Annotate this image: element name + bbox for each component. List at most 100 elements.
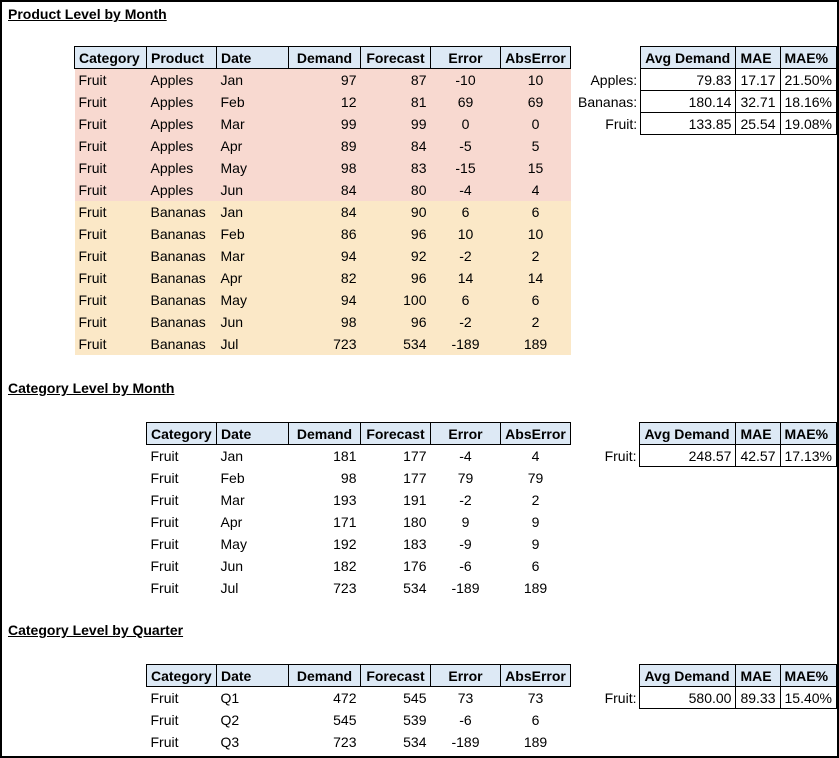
cell-date[interactable]: May — [216, 156, 289, 179]
column-header-forecast[interactable]: Forecast — [360, 422, 431, 445]
cell-error[interactable]: -189 — [431, 577, 501, 599]
cell-category[interactable]: Fruit — [147, 687, 217, 709]
column-header-category[interactable]: Category — [146, 664, 217, 687]
cell-error[interactable]: -4 — [431, 445, 501, 467]
cell-abserror[interactable]: 6 — [501, 555, 571, 577]
cell-demand[interactable]: 89 — [288, 134, 361, 157]
cell-forecast[interactable]: 96 — [360, 310, 431, 333]
cell-product[interactable]: Bananas — [146, 200, 217, 223]
cell-category[interactable]: Fruit — [74, 68, 147, 91]
column-header-date[interactable]: Date — [216, 46, 289, 69]
cell-demand[interactable]: 545 — [289, 709, 361, 731]
summary-value-cell[interactable]: 180.14 — [640, 90, 737, 113]
cell-forecast[interactable]: 177 — [361, 445, 431, 467]
cell-category[interactable]: Fruit — [147, 511, 217, 533]
cell-demand[interactable]: 723 — [288, 332, 361, 355]
cell-date[interactable]: Q2 — [217, 709, 289, 731]
cell-category[interactable]: Fruit — [147, 709, 217, 731]
summary-header-mae[interactable]: MAE% — [779, 664, 837, 687]
cell-category[interactable]: Fruit — [74, 288, 147, 311]
cell-category[interactable]: Fruit — [74, 112, 147, 135]
cell-abserror[interactable]: 189 — [500, 332, 571, 355]
summary-value-cell[interactable]: 248.57 — [639, 444, 737, 467]
cell-date[interactable]: May — [217, 533, 289, 555]
summary-header-mae[interactable]: MAE — [735, 664, 781, 687]
column-header-abserror[interactable]: AbsError — [500, 46, 571, 69]
cell-category[interactable]: Fruit — [74, 332, 147, 355]
cell-product[interactable]: Bananas — [146, 244, 217, 267]
cell-abserror[interactable]: 2 — [500, 244, 571, 267]
cell-demand[interactable]: 98 — [289, 467, 361, 489]
cell-error[interactable]: -9 — [431, 533, 501, 555]
cell-category[interactable]: Fruit — [74, 90, 147, 113]
cell-date[interactable]: Jan — [216, 68, 289, 91]
column-header-demand[interactable]: Demand — [288, 664, 361, 687]
column-header-forecast[interactable]: Forecast — [360, 46, 431, 69]
cell-error[interactable]: 69 — [430, 90, 501, 113]
column-header-category[interactable]: Category — [74, 46, 147, 69]
cell-demand[interactable]: 171 — [289, 511, 361, 533]
cell-error[interactable]: -6 — [431, 555, 501, 577]
column-header-product[interactable]: Product — [146, 46, 217, 69]
cell-product[interactable]: Apples — [146, 90, 217, 113]
summary-header-avg-demand[interactable]: Avg Demand — [639, 664, 737, 687]
cell-abserror[interactable]: 79 — [501, 467, 571, 489]
column-header-category[interactable]: Category — [146, 422, 217, 445]
cell-date[interactable]: Feb — [216, 222, 289, 245]
summary-value-cell[interactable]: 21.50% — [779, 68, 837, 91]
cell-product[interactable]: Apples — [146, 178, 217, 201]
summary-value-cell[interactable]: 580.00 — [639, 686, 737, 709]
cell-product[interactable]: Bananas — [146, 288, 217, 311]
cell-abserror[interactable]: 6 — [500, 200, 571, 223]
summary-header-avg-demand[interactable]: Avg Demand — [639, 422, 737, 445]
cell-demand[interactable]: 84 — [288, 178, 361, 201]
cell-category[interactable]: Fruit — [147, 467, 217, 489]
cell-abserror[interactable]: 9 — [501, 511, 571, 533]
cell-abserror[interactable]: 69 — [500, 90, 571, 113]
cell-date[interactable]: Q3 — [217, 731, 289, 753]
summary-header-mae[interactable]: MAE — [735, 422, 781, 445]
cell-abserror[interactable]: 189 — [501, 731, 571, 753]
cell-date[interactable]: Jun — [216, 178, 289, 201]
cell-forecast[interactable]: 176 — [361, 555, 431, 577]
cell-abserror[interactable]: 10 — [500, 68, 571, 91]
cell-demand[interactable]: 181 — [289, 445, 361, 467]
cell-demand[interactable]: 192 — [289, 533, 361, 555]
cell-category[interactable]: Fruit — [74, 156, 147, 179]
cell-category[interactable]: Fruit — [74, 222, 147, 245]
cell-abserror[interactable]: 15 — [500, 156, 571, 179]
cell-abserror[interactable]: 10 — [500, 222, 571, 245]
column-header-error[interactable]: Error — [430, 422, 501, 445]
cell-error[interactable]: 0 — [430, 112, 501, 135]
cell-forecast[interactable]: 534 — [361, 577, 431, 599]
summary-value-cell[interactable]: 18.16% — [779, 90, 837, 113]
cell-date[interactable]: Apr — [217, 511, 289, 533]
cell-forecast[interactable]: 534 — [361, 731, 431, 753]
cell-demand[interactable]: 723 — [289, 577, 361, 599]
cell-demand[interactable]: 98 — [288, 156, 361, 179]
cell-forecast[interactable]: 96 — [360, 222, 431, 245]
cell-abserror[interactable]: 4 — [500, 178, 571, 201]
cell-error[interactable]: 14 — [430, 266, 501, 289]
cell-date[interactable]: Jan — [216, 200, 289, 223]
cell-demand[interactable]: 94 — [288, 244, 361, 267]
cell-error[interactable]: -189 — [430, 332, 501, 355]
cell-date[interactable]: Mar — [217, 489, 289, 511]
cell-category[interactable]: Fruit — [74, 266, 147, 289]
cell-date[interactable]: Jun — [217, 555, 289, 577]
summary-value-cell[interactable]: 79.83 — [640, 68, 737, 91]
cell-category[interactable]: Fruit — [147, 533, 217, 555]
cell-error[interactable]: -2 — [431, 489, 501, 511]
cell-category[interactable]: Fruit — [147, 731, 217, 753]
cell-demand[interactable]: 98 — [288, 310, 361, 333]
cell-error[interactable]: -15 — [430, 156, 501, 179]
summary-value-cell[interactable]: 32.71 — [735, 90, 781, 113]
summary-header-mae[interactable]: MAE% — [779, 422, 837, 445]
cell-category[interactable]: Fruit — [74, 310, 147, 333]
cell-forecast[interactable]: 80 — [360, 178, 431, 201]
cell-forecast[interactable]: 96 — [360, 266, 431, 289]
cell-demand[interactable]: 86 — [288, 222, 361, 245]
cell-forecast[interactable]: 100 — [360, 288, 431, 311]
cell-abserror[interactable]: 6 — [501, 709, 571, 731]
cell-error[interactable]: 6 — [430, 200, 501, 223]
